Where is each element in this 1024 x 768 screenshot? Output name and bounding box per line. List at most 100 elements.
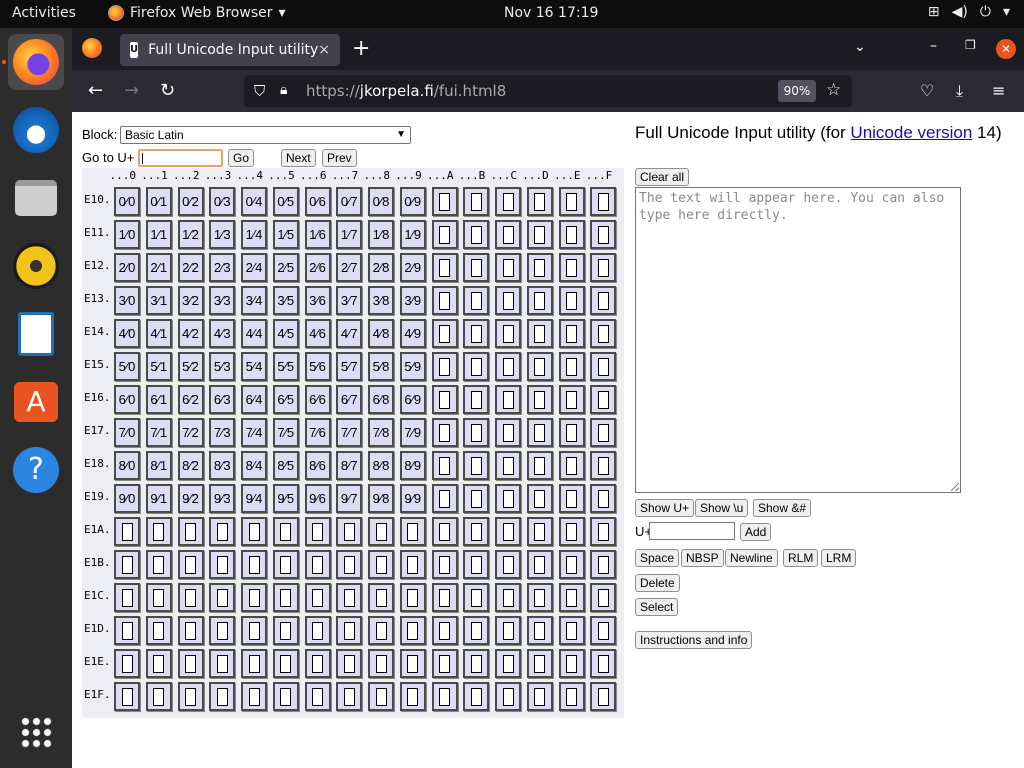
character-cell[interactable] — [272, 517, 299, 546]
show-uplus-button[interactable]: Show U+ — [635, 499, 695, 517]
delete-button[interactable]: Delete — [635, 574, 680, 592]
character-cell[interactable] — [558, 517, 585, 546]
character-cell[interactable] — [431, 649, 458, 678]
character-cell[interactable]: 1⁄3 — [209, 220, 236, 249]
character-cell[interactable] — [177, 682, 204, 711]
character-cell[interactable] — [463, 649, 490, 678]
character-cell[interactable] — [336, 583, 363, 612]
character-cell[interactable]: 8⁄7 — [336, 451, 363, 480]
character-cell[interactable] — [241, 550, 267, 579]
character-cell[interactable] — [526, 484, 553, 513]
character-cell[interactable] — [463, 517, 490, 546]
character-cell[interactable] — [177, 517, 204, 546]
character-cell[interactable] — [526, 286, 553, 315]
character-cell[interactable] — [558, 649, 585, 678]
character-cell[interactable] — [209, 517, 236, 546]
character-cell[interactable]: 8⁄1 — [145, 451, 172, 480]
newline-button[interactable]: Newline — [725, 549, 778, 567]
show-u-button[interactable]: Show \u — [695, 499, 749, 517]
list-all-tabs-button[interactable]: ⌄ — [854, 39, 866, 55]
character-cell[interactable]: 4⁄5 — [272, 319, 299, 348]
character-cell[interactable]: 9⁄7 — [336, 484, 363, 513]
character-cell[interactable]: 7⁄3 — [209, 418, 236, 447]
character-cell[interactable]: 4⁄3 — [209, 319, 236, 348]
unicode-version-link[interactable]: Unicode version — [850, 123, 972, 142]
character-cell[interactable] — [177, 649, 204, 678]
character-cell[interactable] — [209, 550, 236, 579]
pocket-icon[interactable]: ♡ — [920, 81, 934, 100]
character-cell[interactable] — [145, 517, 172, 546]
character-cell[interactable] — [145, 616, 172, 645]
character-cell[interactable] — [463, 319, 490, 348]
character-cell[interactable] — [272, 649, 299, 678]
character-cell[interactable] — [590, 550, 617, 579]
character-cell[interactable]: 4⁄6 — [304, 319, 331, 348]
character-cell[interactable] — [495, 352, 521, 381]
character-cell[interactable] — [145, 550, 172, 579]
character-cell[interactable] — [590, 616, 617, 645]
character-cell[interactable] — [558, 286, 585, 315]
character-cell[interactable] — [304, 583, 331, 612]
character-cell[interactable] — [463, 583, 490, 612]
character-cell[interactable]: 9⁄1 — [145, 484, 172, 513]
character-cell[interactable] — [463, 187, 490, 216]
character-cell[interactable] — [495, 385, 521, 414]
character-cell[interactable] — [304, 550, 331, 579]
character-cell[interactable]: 6⁄7 — [336, 385, 363, 414]
character-cell[interactable] — [495, 583, 521, 612]
url-text[interactable]: https://jkorpela.fi/fui.html8 — [306, 82, 506, 100]
character-cell[interactable] — [145, 583, 172, 612]
character-cell[interactable]: 2⁄9 — [399, 253, 426, 282]
character-cell[interactable]: 1⁄1 — [145, 220, 172, 249]
character-cell[interactable] — [495, 682, 521, 711]
character-cell[interactable] — [431, 253, 458, 282]
character-cell[interactable]: 7⁄4 — [241, 418, 267, 447]
character-cell[interactable]: 4⁄7 — [336, 319, 363, 348]
character-cell[interactable] — [558, 616, 585, 645]
character-cell[interactable]: 7⁄2 — [177, 418, 204, 447]
tab-active[interactable]: U Full Unicode Input utility × — [120, 34, 340, 66]
system-tray[interactable]: ⊞ ◀) ⏻ ▾ — [928, 4, 1010, 20]
character-cell[interactable] — [241, 616, 267, 645]
character-cell[interactable] — [463, 550, 490, 579]
character-cell[interactable] — [463, 220, 490, 249]
character-cell[interactable] — [368, 649, 394, 678]
clock[interactable]: Nov 16 17:19 — [504, 5, 598, 21]
character-cell[interactable] — [431, 220, 458, 249]
character-cell[interactable] — [399, 616, 426, 645]
character-cell[interactable] — [431, 550, 458, 579]
character-cell[interactable] — [431, 484, 458, 513]
character-cell[interactable] — [304, 682, 331, 711]
character-cell[interactable]: 0⁄6 — [304, 187, 331, 216]
character-cell[interactable] — [336, 550, 363, 579]
character-cell[interactable]: 8⁄3 — [209, 451, 236, 480]
activities-button[interactable]: Activities — [12, 5, 76, 21]
character-cell[interactable]: 5⁄4 — [241, 352, 267, 381]
character-cell[interactable]: 2⁄2 — [177, 253, 204, 282]
character-cell[interactable] — [495, 451, 521, 480]
character-cell[interactable] — [590, 583, 617, 612]
character-cell[interactable] — [463, 451, 490, 480]
character-cell[interactable] — [399, 649, 426, 678]
dock-files[interactable] — [8, 170, 64, 226]
character-cell[interactable] — [272, 583, 299, 612]
character-cell[interactable] — [558, 319, 585, 348]
character-cell[interactable] — [368, 583, 394, 612]
character-cell[interactable]: 1⁄4 — [241, 220, 267, 249]
character-cell[interactable] — [145, 682, 172, 711]
character-cell[interactable] — [209, 649, 236, 678]
character-cell[interactable] — [590, 286, 617, 315]
character-cell[interactable] — [495, 187, 521, 216]
character-cell[interactable]: 2⁄6 — [304, 253, 331, 282]
character-cell[interactable]: 0⁄0 — [114, 187, 140, 216]
character-cell[interactable] — [526, 583, 553, 612]
lrm-button[interactable]: LRM — [821, 549, 857, 567]
character-cell[interactable] — [272, 550, 299, 579]
character-cell[interactable] — [463, 418, 490, 447]
character-cell[interactable] — [177, 583, 204, 612]
tracking-protection-icon[interactable]: ⛉ — [254, 82, 265, 100]
dock-thunderbird[interactable] — [8, 102, 64, 158]
character-cell[interactable] — [526, 385, 553, 414]
character-cell[interactable] — [368, 616, 394, 645]
character-cell[interactable]: 1⁄9 — [399, 220, 426, 249]
